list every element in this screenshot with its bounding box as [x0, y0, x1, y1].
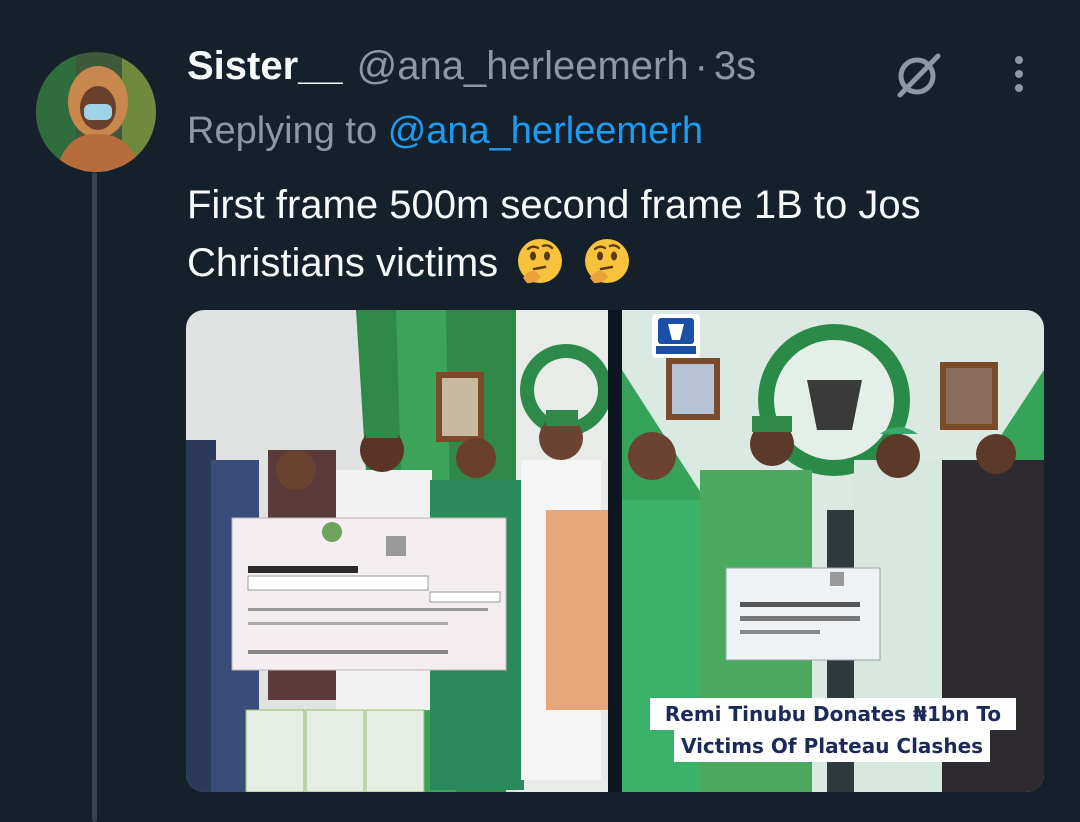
tweet-header: Sister__ @ana_herleemerh · 3s	[187, 44, 756, 96]
channels-logo	[652, 314, 700, 358]
channels-logo-icon	[656, 318, 696, 354]
thinking-face-emoji-icon	[585, 239, 630, 284]
replying-to: Replying to @ana_herleemerh	[187, 110, 703, 153]
thinking-face-emoji-icon	[518, 239, 563, 284]
photo-1-image	[186, 310, 608, 792]
grok-button[interactable]	[892, 50, 946, 100]
tweet-text: First frame 500m second frame 1B to Jos …	[187, 176, 1047, 292]
photo-cheque-presentation-2[interactable]: Remi Tinubu Donates ₦1bn To Victims Of P…	[622, 310, 1044, 792]
thread-line	[92, 172, 97, 822]
timestamp[interactable]: 3s	[714, 44, 756, 89]
display-name[interactable]: Sister__	[187, 44, 343, 89]
more-button[interactable]	[1004, 52, 1034, 96]
replying-to-link[interactable]: @ana_herleemerh	[388, 110, 703, 152]
avatar[interactable]	[36, 52, 156, 172]
media-grid: Remi Tinubu Donates ₦1bn To Victims Of P…	[186, 310, 1044, 792]
replying-prefix: Replying to	[187, 110, 378, 152]
handle[interactable]: @ana_herleemerh	[357, 44, 689, 89]
vertical-dots-icon	[1015, 56, 1023, 92]
avatar-image	[36, 52, 156, 172]
news-caption-line-1: Remi Tinubu Donates ₦1bn To	[650, 698, 1016, 730]
slashed-circle-icon	[897, 53, 941, 98]
news-caption-line-2: Victims Of Plateau Clashes	[674, 730, 990, 762]
separator-dot: ·	[694, 44, 708, 88]
photo-cheque-presentation-1[interactable]	[186, 310, 608, 792]
